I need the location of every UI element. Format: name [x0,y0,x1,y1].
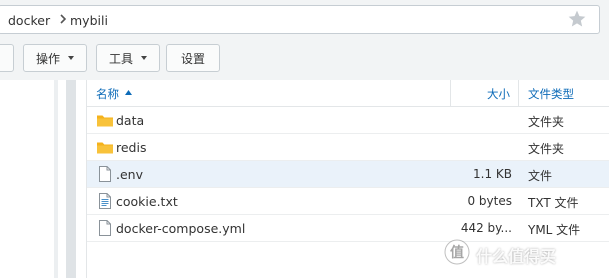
caret-down-icon [141,56,147,60]
file-row[interactable]: cookie.txt 0 bytes TXT 文件 [87,188,609,215]
toolbar: 操作 工具 设置 [0,40,609,80]
file-name: .env [116,167,143,182]
text-file-icon [99,193,111,209]
tools-menu-button[interactable]: 工具 [96,44,160,72]
column-header-name[interactable]: 名称 [96,86,119,102]
file-name: cookie.txt [116,194,178,209]
sort-ascending-icon [125,90,132,95]
file-size: 442 by... [460,221,512,235]
file-row[interactable]: .env 1.1 KB 文件 [87,161,609,188]
caret-down-icon [68,56,74,60]
action-menu-button[interactable]: 操作 [23,44,87,72]
tools-menu-label: 工具 [108,51,133,66]
file-name: data [116,113,145,128]
chevron-right-icon [60,14,67,24]
column-header-size[interactable]: 大小 [487,86,510,102]
column-separator [518,80,519,106]
watermark-logo-icon: 值 [444,239,470,265]
file-type: 文件 [528,169,553,183]
path-input[interactable]: docker mybili [0,5,600,34]
file-row[interactable]: redis 文件夹 [87,134,609,161]
folder-tree-pane [0,80,86,278]
action-menu-label: 操作 [35,51,60,66]
path-bar: docker mybili [0,0,609,40]
file-name: redis [116,140,147,155]
settings-label: 设置 [180,51,205,66]
file-type: YML 文件 [528,223,581,237]
star-icon[interactable] [567,9,587,29]
file-type: 文件夹 [528,142,565,156]
file-type: TXT 文件 [528,196,579,210]
svg-text:值: 值 [450,244,464,261]
pane-divider [54,80,58,278]
breadcrumb-mybili[interactable]: mybili [70,13,108,28]
file-icon [99,220,111,236]
file-size: 0 bytes [467,194,512,208]
column-separator [450,80,451,106]
file-icon [99,166,111,182]
file-row[interactable]: data 文件夹 [87,107,609,134]
breadcrumb-docker[interactable]: docker [8,13,50,28]
file-row[interactable]: docker-compose.yml 442 by... YML 文件 [87,215,609,242]
scrollbar[interactable] [66,80,76,278]
folder-icon [97,115,113,127]
file-name: docker-compose.yml [116,221,246,236]
file-size: 1.1 KB [473,167,512,181]
file-type: 文件夹 [528,115,565,129]
watermark-text: 什么值得买 [476,247,557,266]
file-list-header: 名称 大小 文件类型 [87,80,609,107]
toolbar-button-partial[interactable] [0,44,14,72]
settings-button[interactable]: 设置 [166,44,220,72]
folder-icon [97,142,113,154]
column-header-type[interactable]: 文件类型 [528,86,574,102]
